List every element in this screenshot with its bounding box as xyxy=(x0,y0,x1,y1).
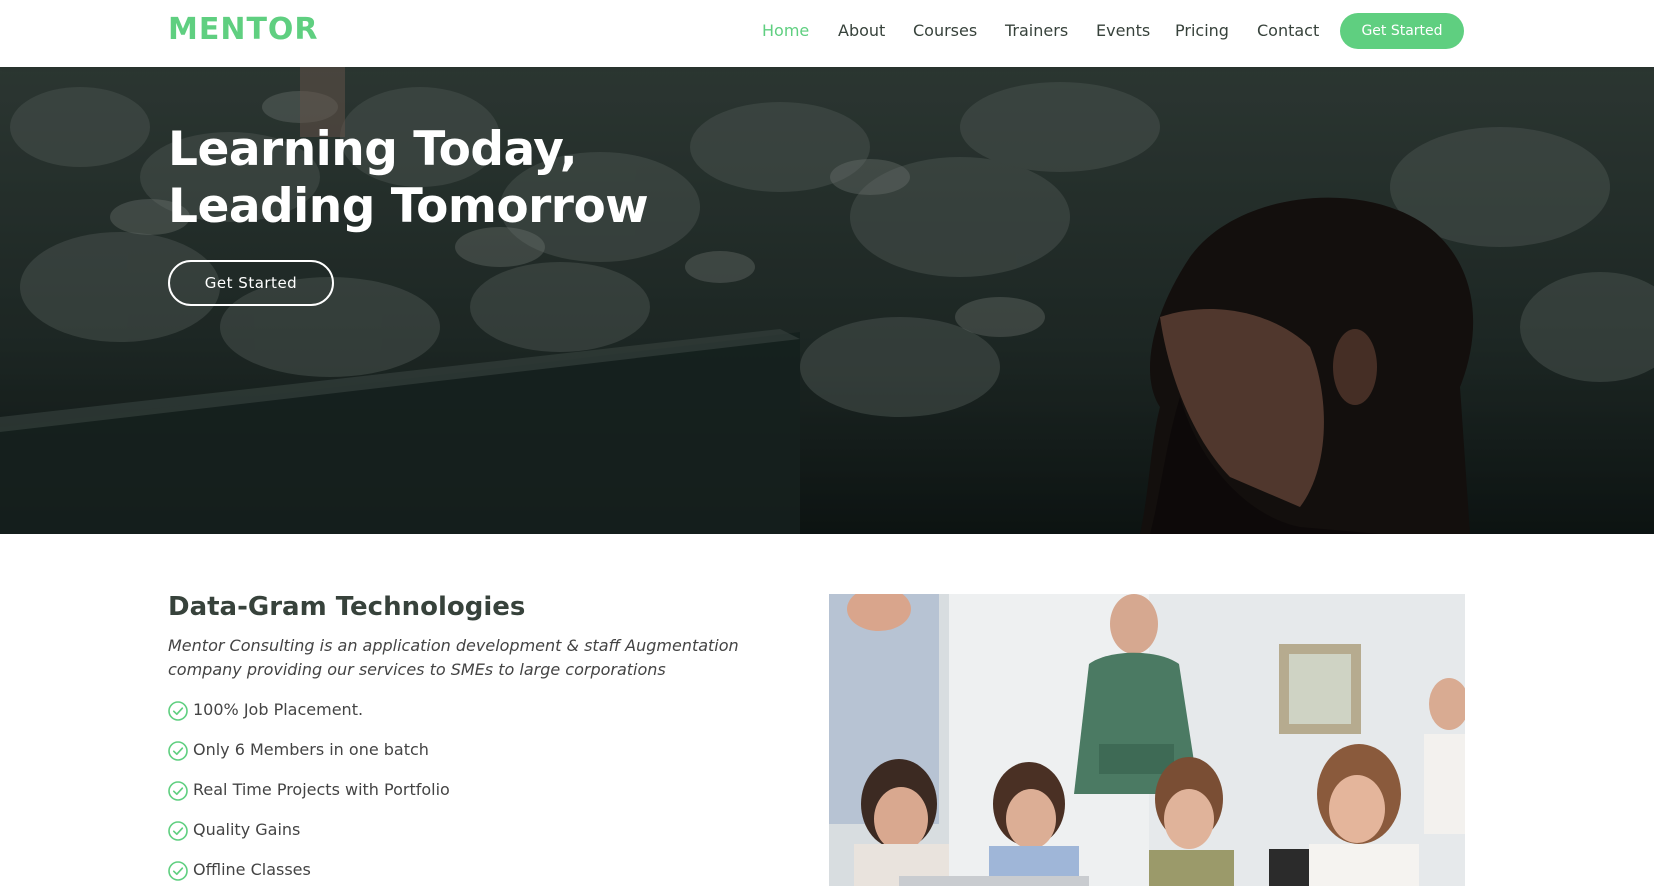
list-item: 100% Job Placement. xyxy=(168,700,450,740)
hero-title: Learning Today, Leading Tomorrow xyxy=(168,121,768,235)
nav-item-trainers[interactable]: Trainers xyxy=(1005,21,1068,40)
list-item: Offline Classes xyxy=(168,860,450,886)
hero-title-line2: Leading Tomorrow xyxy=(168,179,649,234)
about-title: Data-Gram Technologies xyxy=(168,592,526,622)
nav-item-courses[interactable]: Courses xyxy=(913,21,977,40)
feature-text: Quality Gains xyxy=(193,820,301,839)
check-circle-icon xyxy=(168,781,188,801)
header-get-started-button[interactable]: Get Started xyxy=(1340,13,1464,49)
hero-title-line1: Learning Today, xyxy=(168,122,578,177)
check-circle-icon xyxy=(168,821,188,841)
site-header: MENTOR Home About Courses Trainers Event… xyxy=(0,0,1654,67)
nav-item-events[interactable]: Events xyxy=(1096,21,1150,40)
nav-item-about[interactable]: About xyxy=(838,21,885,40)
list-item: Only 6 Members in one batch xyxy=(168,740,450,780)
feature-text: Only 6 Members in one batch xyxy=(193,740,429,759)
hero-get-started-button[interactable]: Get Started xyxy=(168,260,334,306)
team-photo-illustration xyxy=(829,594,1465,886)
about-team-image xyxy=(829,594,1465,886)
check-circle-icon xyxy=(168,741,188,761)
feature-text: 100% Job Placement. xyxy=(193,700,364,719)
nav-item-contact[interactable]: Contact xyxy=(1257,21,1319,40)
list-item: Quality Gains xyxy=(168,820,450,860)
nav-item-home[interactable]: Home xyxy=(762,21,809,40)
nav-item-pricing[interactable]: Pricing xyxy=(1175,21,1229,40)
feature-list: 100% Job Placement. Only 6 Members in on… xyxy=(168,700,450,886)
check-circle-icon xyxy=(168,861,188,881)
check-circle-icon xyxy=(168,701,188,721)
hero-section: Learning Today, Leading Tomorrow Get Sta… xyxy=(0,67,1654,534)
feature-text: Offline Classes xyxy=(193,860,311,879)
main-nav: Home About Courses Trainers Events Prici… xyxy=(0,0,1654,62)
list-item: Real Time Projects with Portfolio xyxy=(168,780,450,820)
feature-text: Real Time Projects with Portfolio xyxy=(193,780,450,799)
about-description: Mentor Consulting is an application deve… xyxy=(168,636,739,679)
